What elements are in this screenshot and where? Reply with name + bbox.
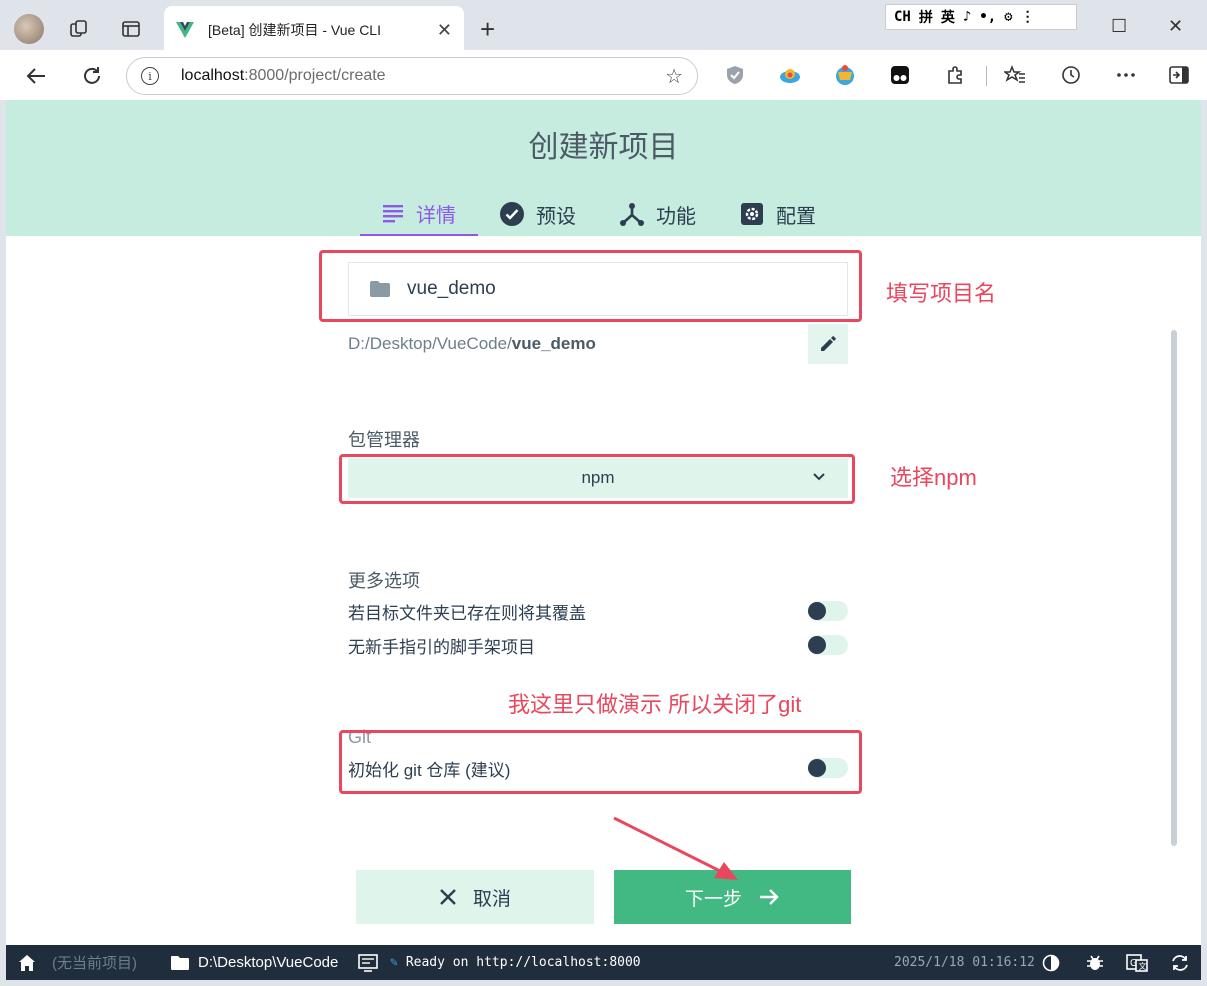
browser-tab[interactable]: [Beta] 创建新项目 - Vue CLI ✕ bbox=[164, 6, 464, 54]
folder-icon bbox=[171, 955, 189, 970]
vertical-tabs-icon[interactable] bbox=[120, 18, 142, 40]
ime-punct[interactable]: •, bbox=[979, 9, 996, 25]
extensions-puzzle-icon[interactable] bbox=[944, 64, 966, 86]
ime-lang[interactable]: CH bbox=[894, 9, 911, 25]
maximize-button[interactable]: ☐ bbox=[1111, 16, 1127, 37]
tab-features-label: 功能 bbox=[656, 205, 696, 228]
annotation-git-box bbox=[339, 730, 862, 794]
cancel-label: 取消 bbox=[472, 888, 511, 910]
more-menu-icon[interactable] bbox=[1115, 64, 1137, 86]
overwrite-toggle[interactable] bbox=[808, 601, 848, 621]
close-icon bbox=[440, 889, 456, 905]
status-bar: (无当前项目) D:\Desktop\VueCode ✎ Ready on ht… bbox=[6, 945, 1201, 980]
ime-more-icon[interactable]: ⋮ bbox=[1021, 9, 1035, 25]
shield-extension-icon[interactable] bbox=[724, 64, 746, 86]
log-text: Ready on http://localhost:8000 bbox=[405, 955, 641, 970]
list-icon bbox=[383, 205, 403, 223]
back-arrow-icon[interactable] bbox=[22, 62, 50, 90]
tab-details[interactable]: 详情 bbox=[360, 192, 478, 236]
scrollbar[interactable] bbox=[1171, 330, 1177, 846]
ime-pinyin[interactable]: 拼 bbox=[919, 7, 933, 27]
annotation-git-hint: 我这里只做演示 所以关闭了git bbox=[508, 692, 802, 717]
settings-icon bbox=[741, 203, 763, 225]
cancel-button[interactable]: 取消 bbox=[356, 870, 594, 924]
bug-icon[interactable] bbox=[1086, 945, 1104, 980]
tab-presets[interactable]: 预设 bbox=[478, 192, 598, 236]
globe-extension-icon[interactable] bbox=[834, 64, 856, 86]
toggle-knob bbox=[808, 602, 826, 620]
collections-icon[interactable] bbox=[68, 18, 90, 40]
annotation-name-box bbox=[319, 250, 862, 322]
refresh-icon[interactable] bbox=[1170, 945, 1190, 980]
option-no-guide-row: 无新手指引的脚手架项目 bbox=[348, 632, 848, 658]
favorites-icon[interactable] bbox=[1004, 64, 1026, 86]
fork-icon bbox=[620, 203, 644, 226]
status-datetime: 2025/1/18 01:16:12 bbox=[894, 955, 1035, 970]
more-options-label: 更多选项 bbox=[348, 571, 420, 591]
check-circle-icon bbox=[500, 202, 524, 226]
address-bar[interactable]: i localhost :8000/project/create ☆ bbox=[126, 57, 698, 95]
tab-title: [Beta] 创建新项目 - Vue CLI bbox=[208, 22, 381, 38]
path-name: vue_demo bbox=[511, 334, 596, 353]
folder-path-label: D:\Desktop\VueCode bbox=[198, 954, 339, 971]
tab-features[interactable]: 功能 bbox=[598, 192, 718, 236]
home-icon[interactable] bbox=[18, 945, 36, 980]
history-icon[interactable] bbox=[1060, 64, 1082, 86]
folder-path[interactable]: D:\Desktop\VueCode bbox=[170, 945, 338, 980]
annotation-arrow bbox=[613, 816, 738, 880]
toggle-knob bbox=[808, 636, 826, 654]
page-content: 创建新项目 详情 预设 功能 配置 vue_demo D:/Desktop/Vu… bbox=[6, 100, 1201, 945]
page-header: 创建新项目 详情 预设 功能 配置 bbox=[6, 100, 1201, 236]
site-info-icon[interactable]: i bbox=[141, 67, 159, 85]
close-window-button[interactable]: ✕ bbox=[1168, 16, 1183, 37]
sidebar-toggle-icon[interactable] bbox=[1168, 64, 1190, 86]
current-project[interactable]: (无当前项目) bbox=[52, 945, 137, 980]
annotation-npm-box bbox=[339, 454, 855, 504]
path-prefix: D:/Desktop/VueCode/ bbox=[348, 334, 512, 353]
no-guide-toggle[interactable] bbox=[808, 635, 848, 655]
cloud-extension-icon[interactable] bbox=[779, 64, 801, 86]
step-tabs: 详情 预设 功能 配置 bbox=[360, 192, 838, 236]
browser-navbar: i localhost :8000/project/create ☆ bbox=[0, 50, 1207, 100]
url-host: localhost bbox=[181, 67, 245, 84]
url-path: :8000/project/create bbox=[244, 67, 386, 84]
tab-presets-label: 预设 bbox=[536, 205, 576, 228]
ime-english[interactable]: 英 bbox=[941, 7, 955, 27]
svg-text:文: 文 bbox=[1139, 961, 1147, 971]
ime-settings-icon[interactable]: ⚙ bbox=[1004, 9, 1012, 25]
translate-icon[interactable]: G文 bbox=[1126, 945, 1148, 980]
edit-path-button[interactable] bbox=[808, 324, 848, 364]
tab-config-label: 配置 bbox=[776, 205, 816, 228]
option-no-guide-label: 无新手指引的脚手架项目 bbox=[348, 637, 535, 657]
tab-details-label: 详情 bbox=[416, 204, 456, 227]
page-title: 创建新项目 bbox=[528, 131, 679, 164]
theme-contrast-icon[interactable] bbox=[1042, 945, 1060, 980]
pencil-icon bbox=[821, 336, 836, 351]
arrow-right-icon bbox=[760, 889, 779, 905]
vue-logo-icon bbox=[176, 22, 194, 38]
toolbar-separator bbox=[986, 66, 987, 86]
option-overwrite-label: 若目标文件夹已存在则将其覆盖 bbox=[348, 603, 586, 623]
project-path: D:/Desktop/VueCode/vue_demo bbox=[348, 334, 596, 354]
new-tab-button[interactable]: + bbox=[480, 16, 495, 42]
favorite-star-icon[interactable]: ☆ bbox=[665, 64, 683, 89]
refresh-icon[interactable] bbox=[78, 62, 106, 90]
log-message[interactable]: ✎ Ready on http://localhost:8000 bbox=[390, 945, 641, 980]
tampermonkey-icon[interactable] bbox=[889, 64, 911, 86]
console-icon[interactable] bbox=[358, 945, 378, 980]
ime-moon-icon[interactable]: ♪ bbox=[963, 9, 971, 25]
package-manager-label: 包管理器 bbox=[348, 430, 420, 450]
pencil-icon: ✎ bbox=[390, 955, 398, 970]
annotation-npm-hint: 选择npm bbox=[890, 465, 977, 490]
option-overwrite-row: 若目标文件夹已存在则将其覆盖 bbox=[348, 598, 848, 624]
tab-close-icon[interactable]: ✕ bbox=[437, 20, 452, 41]
annotation-name-hint: 填写项目名 bbox=[886, 281, 997, 306]
ime-toolbar: CH 拼 英 ♪ •, ⚙ ⋮ bbox=[885, 4, 1077, 30]
profile-avatar[interactable] bbox=[14, 14, 44, 44]
tab-config[interactable]: 配置 bbox=[718, 192, 838, 236]
